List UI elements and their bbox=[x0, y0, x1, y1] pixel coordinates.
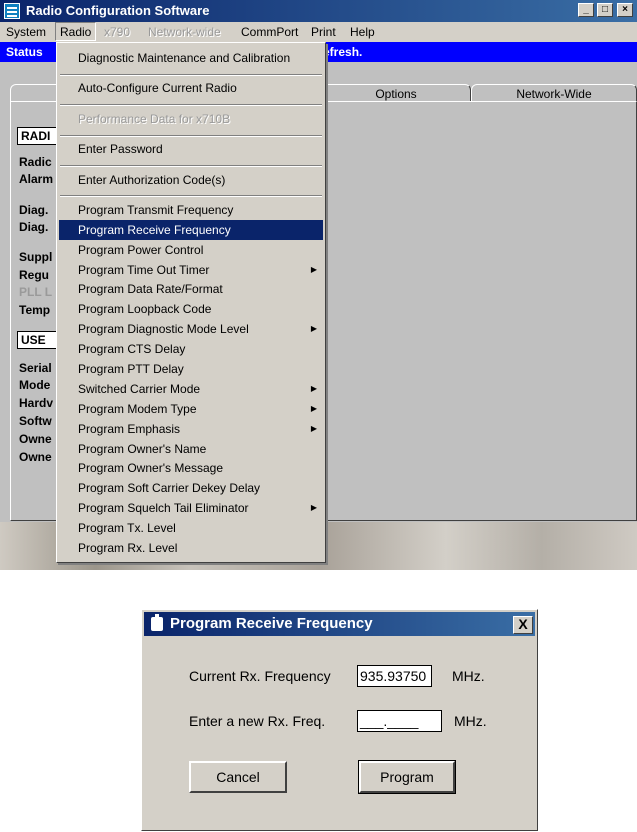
menu-commport[interactable]: CommPort bbox=[241, 25, 298, 39]
menu-item-program-ptt-delay[interactable]: Program PTT Delay bbox=[59, 359, 323, 379]
menu-item-label: Program Emphasis bbox=[78, 422, 181, 436]
submenu-arrow-icon: ▶ bbox=[310, 324, 317, 333]
maximize-button[interactable]: □ bbox=[597, 3, 613, 17]
menu-system[interactable]: System bbox=[6, 25, 46, 39]
menu-item-program-loopback-code[interactable]: Program Loopback Code bbox=[59, 299, 323, 319]
submenu-arrow-icon: ▶ bbox=[310, 424, 317, 433]
new-unit-label: MHz. bbox=[454, 713, 487, 729]
menu-item-label: Program Time Out Timer bbox=[78, 263, 210, 277]
panel-label: Softw bbox=[19, 414, 52, 428]
menu-help[interactable]: Help bbox=[350, 25, 375, 39]
menu-item-label: Program Squelch Tail Eliminator bbox=[78, 501, 249, 515]
menu-item-program-rx-level[interactable]: Program Rx. Level bbox=[59, 538, 323, 558]
menu-item-label: Program Diagnostic Mode Level bbox=[78, 322, 249, 336]
menu-item-program-receive-frequency[interactable]: Program Receive Frequency bbox=[59, 220, 323, 240]
dialog-title-bar[interactable]: Program Receive Frequency X bbox=[144, 612, 535, 636]
menu-item-program-soft-carrier-dekey-delay[interactable]: Program Soft Carrier Dekey Delay bbox=[59, 478, 323, 498]
status-text: efresh. bbox=[323, 45, 363, 59]
cancel-button[interactable]: Cancel bbox=[189, 761, 287, 793]
main-title-bar[interactable]: Radio Configuration Software _ □ × bbox=[0, 0, 637, 22]
panel-label: Owne bbox=[19, 432, 52, 446]
panel-label: Mode bbox=[19, 378, 51, 392]
panel-label: Diag. bbox=[19, 220, 49, 234]
close-button[interactable]: × bbox=[617, 3, 633, 17]
menu-item-diagnostic-maintenance[interactable]: Diagnostic Maintenance and Calibration bbox=[59, 48, 323, 68]
panel-label: Temp bbox=[19, 303, 51, 317]
menu-item-enter-password[interactable]: Enter Password bbox=[59, 139, 323, 159]
panel-label: Hardv bbox=[19, 396, 54, 410]
menu-network-wide[interactable]: Network-wide bbox=[148, 25, 221, 39]
panel-label: Radic bbox=[19, 155, 52, 169]
tab-network-wide-label: Network-Wide bbox=[516, 87, 592, 101]
menu-item-program-cts-delay[interactable]: Program CTS Delay bbox=[59, 339, 323, 359]
minimize-button[interactable]: _ bbox=[578, 3, 594, 17]
menu-item-program-data-rate[interactable]: Program Data Rate/Format bbox=[59, 279, 323, 299]
panel-label: Alarm bbox=[19, 172, 54, 186]
panel-label: Serial bbox=[19, 361, 52, 375]
menu-item-program-squelch-tail-eliminator[interactable]: Program Squelch Tail Eliminator ▶ bbox=[59, 498, 323, 518]
menu-item-program-transmit-frequency[interactable]: Program Transmit Frequency bbox=[59, 200, 323, 220]
new-rx-frequency-label: Enter a new Rx. Freq. bbox=[189, 713, 326, 729]
dialog-title: Program Receive Frequency bbox=[170, 615, 373, 632]
tab-options-label: Options bbox=[375, 87, 417, 101]
submenu-arrow-icon: ▶ bbox=[310, 265, 317, 274]
dialog-close-button[interactable]: X bbox=[513, 616, 533, 634]
current-rx-frequency-field: 935.93750 bbox=[357, 665, 432, 687]
program-receive-frequency-dialog: Program Receive Frequency X Current Rx. … bbox=[141, 609, 538, 831]
menu-item-program-diagnostic-mode-level[interactable]: Program Diagnostic Mode Level ▶ bbox=[59, 319, 323, 339]
program-button[interactable]: Program bbox=[358, 760, 456, 794]
menu-item-performance-data[interactable]: Performance Data for x710B bbox=[59, 109, 323, 129]
menu-item-auto-configure[interactable]: Auto-Configure Current Radio bbox=[59, 78, 323, 98]
current-rx-frequency-label: Current Rx. Frequency bbox=[189, 668, 331, 684]
main-window: Radio Configuration Software _ □ × Syste… bbox=[0, 0, 637, 570]
menu-item-program-emphasis[interactable]: Program Emphasis ▶ bbox=[59, 419, 323, 439]
menu-item-program-time-out-timer[interactable]: Program Time Out Timer ▶ bbox=[59, 260, 323, 280]
status-label: Status bbox=[6, 45, 43, 59]
menu-item-label: Program Modem Type bbox=[78, 402, 197, 416]
menu-item-program-modem-type[interactable]: Program Modem Type ▶ bbox=[59, 399, 323, 419]
current-unit-label: MHz. bbox=[452, 668, 485, 684]
menu-item-switched-carrier-mode[interactable]: Switched Carrier Mode ▶ bbox=[59, 379, 323, 399]
app-icon bbox=[4, 3, 20, 19]
menu-bar: System Radio x790 Network-wide CommPort … bbox=[0, 22, 637, 42]
menu-item-program-owners-message[interactable]: Program Owner's Message bbox=[59, 458, 323, 478]
panel-label: Regu bbox=[19, 268, 49, 282]
menu-radio[interactable]: Radio bbox=[55, 22, 97, 41]
dialog-icon bbox=[151, 614, 163, 631]
menu-item-program-owners-name[interactable]: Program Owner's Name bbox=[59, 439, 323, 459]
menu-item-enter-authorization[interactable]: Enter Authorization Code(s) bbox=[59, 170, 323, 190]
menu-item-label: Switched Carrier Mode bbox=[78, 382, 201, 396]
panel-label: PLL L bbox=[19, 285, 53, 299]
panel-label: Diag. bbox=[19, 203, 49, 217]
menu-item-program-tx-level[interactable]: Program Tx. Level bbox=[59, 518, 323, 538]
panel-label: Suppl bbox=[19, 250, 53, 264]
new-rx-frequency-input[interactable]: ___.____ bbox=[357, 710, 442, 732]
panel-label: Owne bbox=[19, 450, 52, 464]
radio-dropdown-menu: Diagnostic Maintenance and Calibration A… bbox=[56, 42, 326, 563]
submenu-arrow-icon: ▶ bbox=[310, 503, 317, 512]
menu-x790[interactable]: x790 bbox=[104, 25, 130, 39]
window-title: Radio Configuration Software bbox=[26, 3, 210, 18]
menu-print[interactable]: Print bbox=[311, 25, 336, 39]
submenu-arrow-icon: ▶ bbox=[310, 384, 317, 393]
submenu-arrow-icon: ▶ bbox=[310, 404, 317, 413]
menu-item-program-power-control[interactable]: Program Power Control bbox=[59, 240, 323, 260]
